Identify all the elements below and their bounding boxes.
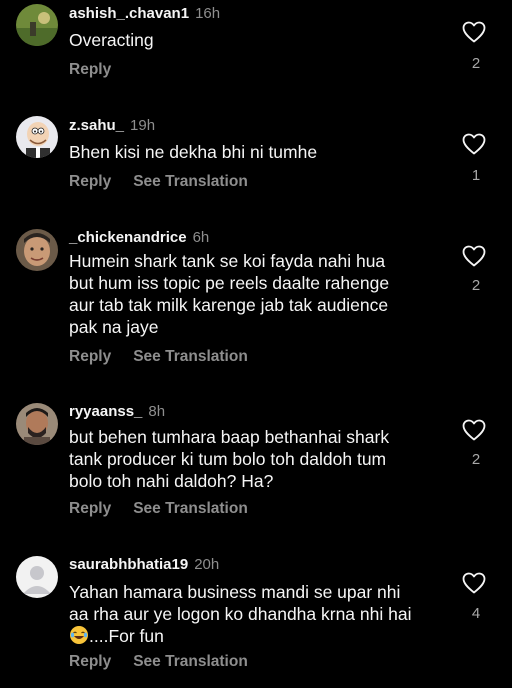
reply-button[interactable]: Reply: [69, 653, 111, 670]
username[interactable]: ryyaanss_: [69, 403, 142, 420]
reply-button[interactable]: Reply: [69, 173, 111, 190]
avatar[interactable]: [16, 229, 58, 271]
heart-icon: [462, 21, 486, 43]
avatar[interactable]: [16, 4, 58, 46]
avatar[interactable]: [16, 403, 58, 445]
username[interactable]: ashish_.chavan1: [69, 5, 189, 22]
like-button[interactable]: [462, 419, 490, 445]
comment-text: Humein shark tank se koi fayda nahi hua …: [69, 250, 449, 338]
comment-line: ....For fun: [69, 625, 449, 647]
see-translation-button[interactable]: See Translation: [133, 173, 248, 190]
comment-actions: Reply See Translation: [69, 173, 248, 191]
heart-icon: [462, 133, 486, 155]
like-count: 4: [471, 605, 481, 622]
comment-text: Yahan hamara business mandi se upar nhi …: [69, 581, 449, 647]
comment-actions: Reply See Translation: [69, 500, 248, 518]
comment-header: saurabhbhatia19 20h: [69, 556, 219, 573]
comment-header: z.sahu_ 19h: [69, 117, 155, 134]
like-button[interactable]: [462, 245, 490, 271]
timestamp: 8h: [148, 403, 166, 420]
comment-line: but behen tumhara baap bethanhai shark: [69, 427, 390, 447]
comment-line: Humein shark tank se koi fayda nahi hua: [69, 251, 386, 271]
heart-icon: [462, 572, 486, 594]
username[interactable]: _chickenandrice: [69, 229, 187, 246]
comment-line: tank producer ki tum bolo toh daldoh tum: [69, 449, 387, 469]
like-count: 2: [471, 277, 481, 294]
comment-line: Yahan hamara business mandi se upar nhi: [69, 582, 401, 602]
comment-text: but behen tumhara baap bethanhai shark t…: [69, 426, 449, 492]
comment-actions: Reply: [69, 61, 111, 79]
comment-line: Overacting: [69, 30, 154, 50]
username[interactable]: z.sahu_: [69, 117, 124, 134]
reply-button[interactable]: Reply: [69, 348, 111, 365]
like-button[interactable]: [462, 21, 490, 47]
comment-line: pak na jaye: [69, 317, 159, 337]
see-translation-button[interactable]: See Translation: [133, 653, 248, 670]
comment-text: Overacting: [69, 29, 449, 51]
like-count: 2: [471, 451, 481, 468]
see-translation-button[interactable]: See Translation: [133, 500, 248, 517]
reply-button[interactable]: Reply: [69, 500, 111, 517]
comment-line: bolo toh nahi daldoh? Ha?: [69, 471, 274, 491]
like-count: 2: [471, 55, 481, 72]
comment-header: ryyaanss_ 8h: [69, 403, 165, 420]
comment-actions: Reply See Translation: [69, 348, 248, 366]
avatar[interactable]: [16, 116, 58, 158]
comment-line: but hum iss topic pe reels daalte raheng…: [69, 273, 390, 293]
heart-icon: [462, 419, 486, 441]
timestamp: 20h: [194, 556, 220, 573]
like-button[interactable]: [462, 572, 490, 598]
see-translation-button[interactable]: See Translation: [133, 348, 248, 365]
comment-line: Bhen kisi ne dekha bhi ni tumhe: [69, 142, 318, 162]
comment-line-text: ....For fun: [89, 626, 164, 646]
comment-line: aur tab tak milk karenge jab tak audienc…: [69, 295, 389, 315]
comment-header: _chickenandrice 6h: [69, 229, 209, 246]
username[interactable]: saurabhbhatia19: [69, 556, 188, 573]
comment-line: aa rha aur ye logon ko dhandha krna nhi …: [69, 604, 412, 624]
heart-icon: [462, 245, 486, 267]
timestamp: 19h: [130, 117, 156, 134]
avatar[interactable]: [16, 556, 58, 598]
like-button[interactable]: [462, 133, 490, 159]
comment-actions: Reply See Translation: [69, 653, 248, 671]
timestamp: 6h: [192, 229, 210, 246]
like-count: 1: [471, 167, 481, 184]
comment-header: ashish_.chavan1 16h: [69, 5, 220, 22]
comment-text: Bhen kisi ne dekha bhi ni tumhe: [69, 141, 449, 163]
timestamp: 16h: [195, 5, 221, 22]
face-with-tears-of-joy-icon: [70, 626, 88, 644]
reply-button[interactable]: Reply: [69, 61, 111, 78]
